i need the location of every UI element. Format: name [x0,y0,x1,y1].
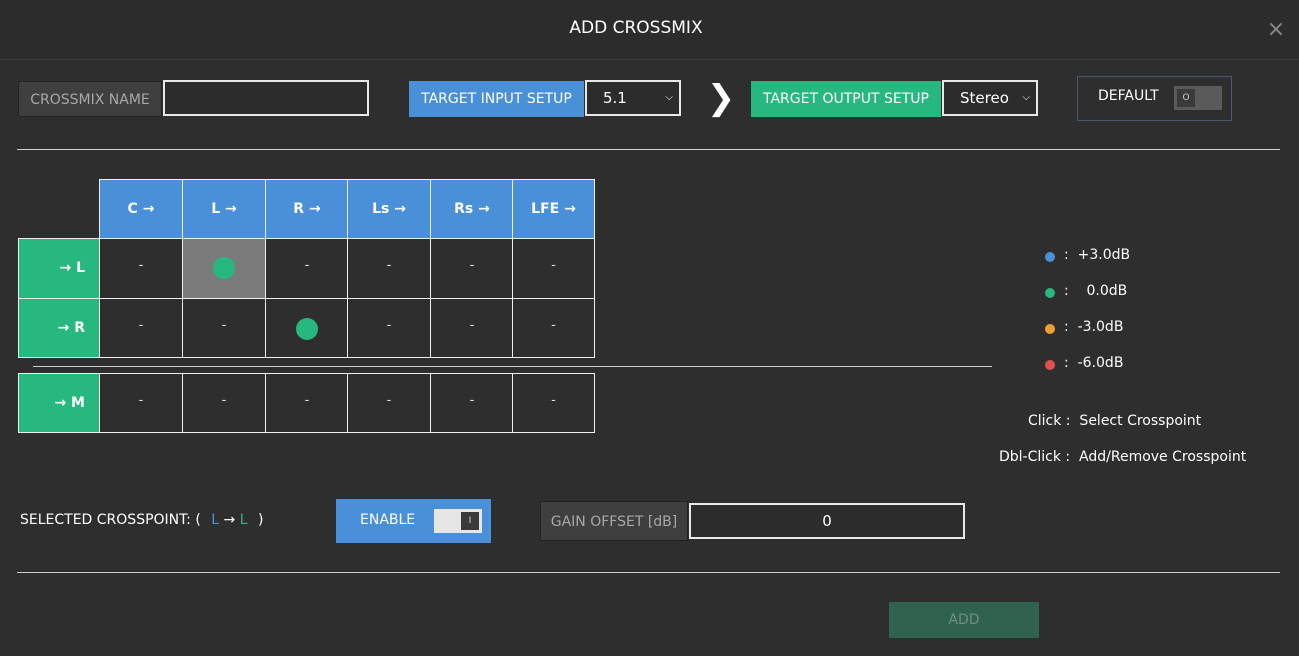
selected-crosspoint-text: SELECTED CROSSPOINT: ( [20,512,201,528]
row-header-m: → M [18,373,100,433]
row-header-r: → R [18,298,100,358]
gain-offset-label: GAIN OFFSET [dB] [540,501,688,541]
crosspoint-cell[interactable]: - [99,298,183,358]
crosspoint-cell-active[interactable] [265,298,349,358]
column-header-ls: Ls → [347,179,431,239]
column-header-r: R → [265,179,349,239]
legend-dot-orange [1045,324,1055,334]
crosspoint-cell[interactable]: - [347,298,431,358]
target-output-setup-label: TARGET OUTPUT SETUP [751,81,941,117]
column-header-rs: Rs → [430,179,514,239]
crosspoint-cell[interactable]: - [430,298,514,358]
crosspoint-cell[interactable]: - [430,238,514,299]
crosspoint-cell[interactable]: - [182,298,266,358]
column-header-lfe: LFE → [512,179,595,239]
selected-to: L [239,512,248,528]
target-input-value: 5.1 [603,89,627,107]
dialog-title: ADD CROSSMIX [569,18,703,38]
selected-close-paren: ) [257,512,264,528]
legend-dot-green [1045,288,1055,298]
row-header-l: → L [18,238,100,299]
crosspoint-dot [213,257,235,279]
crosspoint-cell[interactable]: - [430,373,514,433]
close-icon[interactable]: × [1262,16,1290,44]
legend-dot-blue [1045,252,1055,262]
matrix-divider [33,366,992,367]
crosspoint-cell[interactable]: - [347,238,431,299]
add-button[interactable]: ADD [889,602,1039,638]
crosspoint-cell[interactable]: - [99,238,183,299]
crosspoint-cell[interactable]: - [182,373,266,433]
crosspoint-cell[interactable]: - [512,373,595,433]
arrow-right-icon: → [223,512,236,528]
toggle-knob: O [1177,89,1195,107]
column-header-l: L → [182,179,266,239]
target-output-value: Stereo [960,89,1009,107]
crosspoint-cell[interactable]: - [512,238,595,299]
enable-toggle[interactable]: I [434,509,482,533]
target-input-setup-select[interactable]: 5.1 ⌵ [585,80,681,116]
legend-minus6: : -6.0dB [1064,355,1124,371]
crosspoint-dot [296,318,318,340]
crosspoint-cell-selected[interactable] [182,238,266,299]
gain-offset-input[interactable]: 0 [689,503,965,539]
divider [17,149,1280,150]
legend-minus3: : -3.0dB [1064,319,1124,335]
chevron-down-icon: ⌵ [665,92,673,103]
legend-dot-red [1045,360,1055,370]
legend-zero: : 0.0dB [1064,283,1128,299]
crosspoint-cell[interactable]: - [512,298,595,358]
enable-label: ENABLE [360,512,416,528]
help-dblclick: Dbl-Click : Add/Remove Crosspoint [999,449,1247,465]
chevron-right-icon: ❯ [706,78,736,118]
selected-crosspoint-label: SELECTED CROSSPOINT: ( L → L ) [20,512,263,528]
selected-from: L [211,512,220,528]
crosspoint-cell[interactable]: - [265,238,349,299]
crosspoint-cell[interactable]: - [347,373,431,433]
target-input-setup-label: TARGET INPUT SETUP [409,81,584,117]
chevron-down-icon: ⌵ [1022,92,1030,103]
crosspoint-cell[interactable]: - [265,373,349,433]
crosspoint-cell[interactable]: - [99,373,183,433]
column-header-c: C → [99,179,183,239]
divider [17,572,1280,573]
crossmix-name-label: CROSSMIX NAME [18,81,162,117]
toggle-knob: I [461,512,479,530]
legend-plus3: : +3.0dB [1064,247,1131,263]
default-label: DEFAULT [1098,88,1159,104]
default-toggle[interactable]: O [1174,86,1222,110]
target-output-setup-select[interactable]: Stereo ⌵ [942,80,1038,116]
help-click: Click : Select Crosspoint [1028,413,1202,429]
crossmix-name-input[interactable] [163,80,369,116]
